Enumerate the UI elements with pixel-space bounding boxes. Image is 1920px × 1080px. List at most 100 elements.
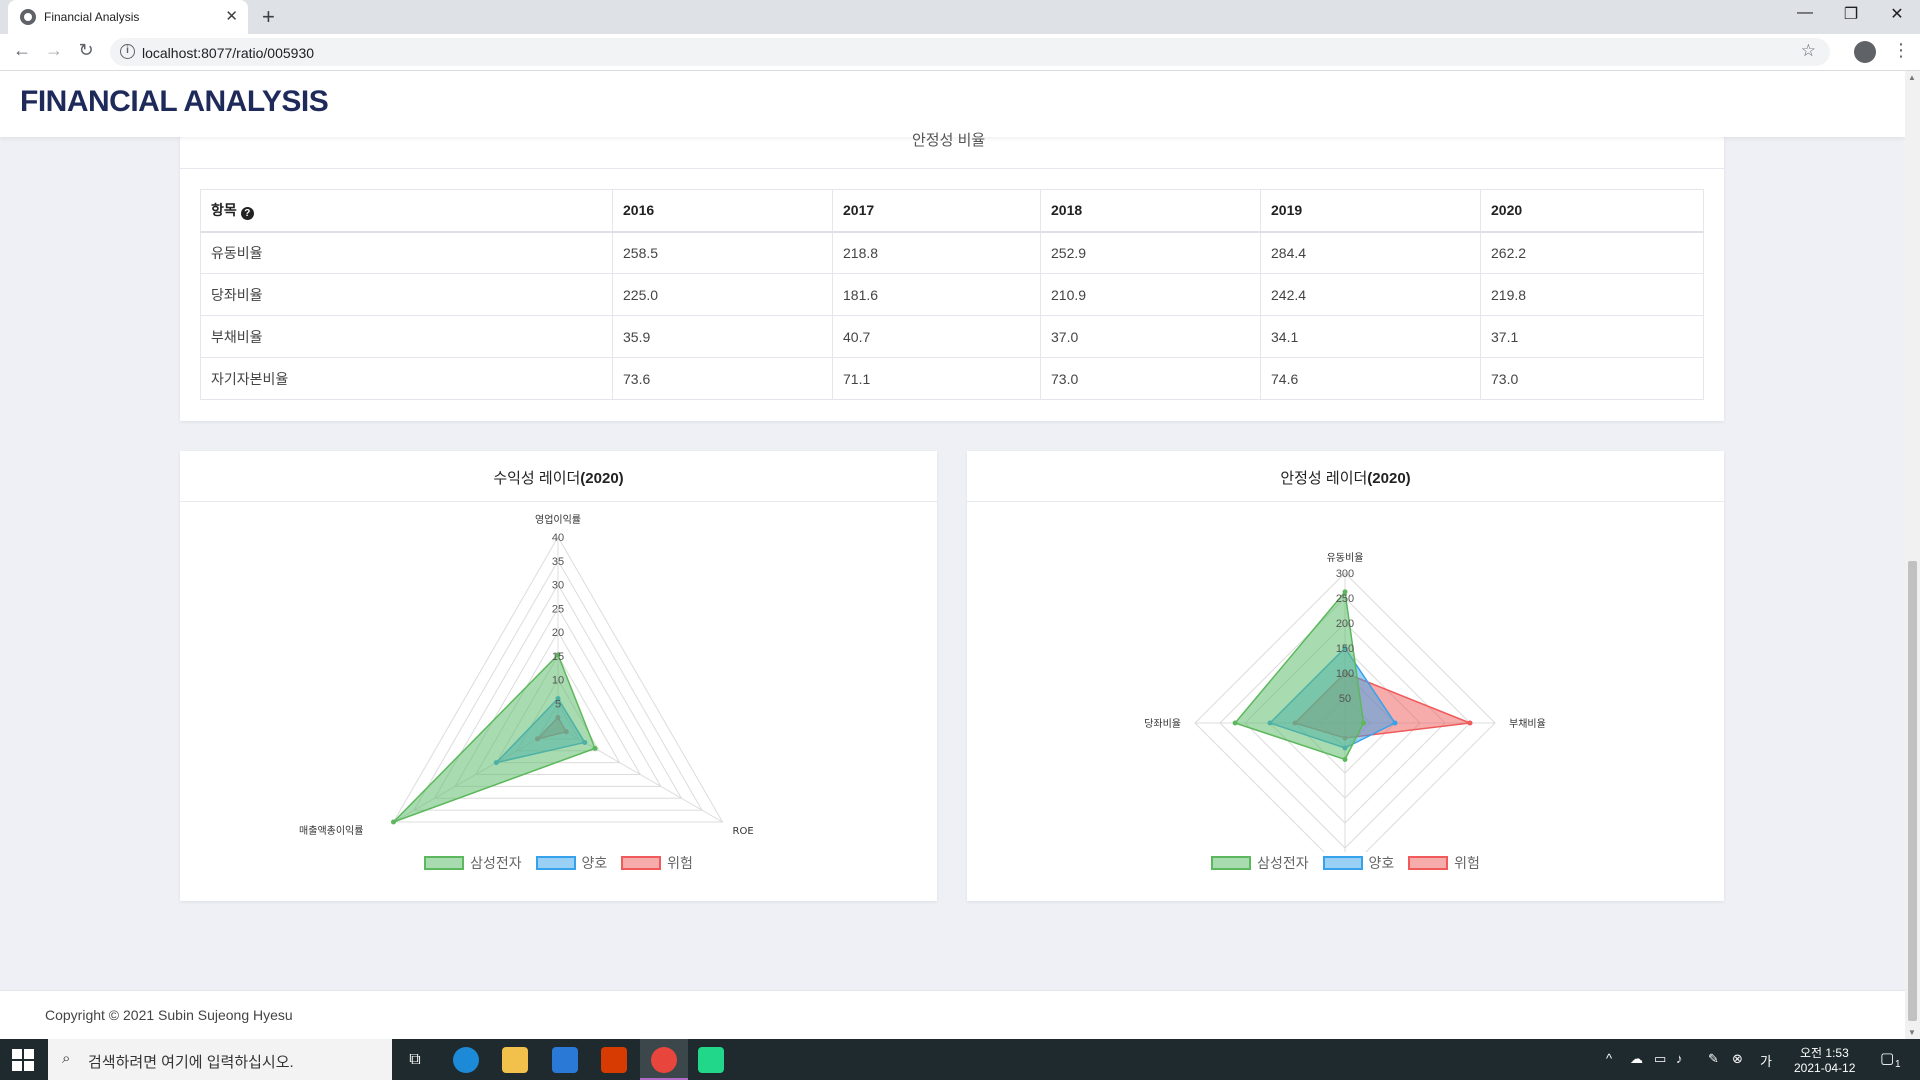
clock-time[interactable]: 오전 1:53 bbox=[1800, 1044, 1849, 1061]
table-cell: 37.1 bbox=[1480, 315, 1704, 358]
search-placeholder: 검색하려면 여기에 입력하십시오. bbox=[88, 1054, 294, 1071]
radar-tick-label: 40 bbox=[552, 532, 564, 544]
table-cell: 181.6 bbox=[832, 273, 1041, 316]
url-field[interactable]: i localhost:8077/ratio/005930 ☆ bbox=[110, 38, 1830, 66]
section-title: 안정성 비율 bbox=[912, 132, 986, 149]
radar-point bbox=[1361, 720, 1367, 726]
radar-axis-label: 부채비율 bbox=[1509, 718, 1546, 730]
legend-item-samsung[interactable]: 삼성전자 bbox=[1211, 853, 1309, 873]
office-icon[interactable] bbox=[601, 1047, 627, 1073]
page-viewport: 항목? 2016 2017 2018 2019 2020 유동비율 258.5 … bbox=[0, 71, 1905, 1039]
taskbar-chrome-active[interactable] bbox=[640, 1039, 688, 1080]
legend-item-risk[interactable]: 위험 bbox=[1408, 853, 1480, 873]
scroll-down-arrow-icon[interactable]: ▼ bbox=[1908, 1028, 1916, 1037]
table-header-row: 항목? 2016 2017 2018 2019 2020 bbox=[200, 189, 1704, 233]
radar-tick-label: 5 bbox=[555, 698, 561, 710]
legend-item-risk[interactable]: 위험 bbox=[621, 853, 693, 873]
legend-item-good[interactable]: 양호 bbox=[1322, 853, 1394, 873]
back-button[interactable]: ← bbox=[10, 40, 34, 61]
radar-point bbox=[1342, 757, 1348, 762]
brand-logo[interactable]: FINANCIAL ANALYSIS bbox=[20, 85, 329, 119]
page-scrollbar[interactable]: ▲ ▼ bbox=[1905, 71, 1920, 1039]
notification-count: 1 bbox=[1895, 1059, 1901, 1070]
stability-ratio-table: 항목? 2016 2017 2018 2019 2020 유동비율 258.5 … bbox=[200, 189, 1704, 400]
legend-swatch bbox=[1408, 856, 1449, 870]
restore-button[interactable]: ❐ bbox=[1828, 4, 1874, 24]
url-text[interactable]: localhost:8077/ratio/005930 bbox=[142, 45, 314, 61]
edge-browser-icon[interactable] bbox=[453, 1047, 479, 1073]
column-header-year: 2016 bbox=[612, 189, 833, 233]
browser-menu-icon[interactable]: ⋮ bbox=[1892, 40, 1910, 61]
table-row: 유동비율 258.5 218.8 252.9 284.4 262.2 bbox=[200, 231, 1704, 274]
chart-legend: 삼성전자 양호 위험 bbox=[967, 853, 1724, 873]
search-icon: ⌕ bbox=[62, 1050, 71, 1067]
radar-axis-label: ROE bbox=[733, 826, 754, 837]
pycharm-icon[interactable] bbox=[698, 1047, 724, 1073]
clock-date[interactable]: 2021-04-12 bbox=[1794, 1061, 1855, 1075]
table-cell: 34.1 bbox=[1260, 315, 1481, 358]
radar-tick-label: 35 bbox=[552, 556, 564, 568]
radar-tick-label: 15 bbox=[552, 651, 564, 663]
legend-item-samsung[interactable]: 삼성전자 bbox=[424, 853, 522, 873]
table-cell: 262.2 bbox=[1480, 231, 1704, 274]
legend-item-good[interactable]: 양호 bbox=[535, 853, 607, 873]
radar-tick-label: 300 bbox=[1336, 568, 1354, 580]
notification-icon[interactable]: ▢ bbox=[1880, 1049, 1894, 1067]
mail-icon[interactable] bbox=[552, 1047, 578, 1073]
table-row: 당좌비율 225.0 181.6 210.9 242.4 219.8 bbox=[200, 273, 1704, 316]
help-icon[interactable]: ? bbox=[240, 207, 254, 221]
start-tile bbox=[12, 1061, 22, 1071]
table-cell: 37.0 bbox=[1040, 315, 1261, 358]
forward-button[interactable]: → bbox=[42, 40, 66, 61]
table-row: 부채비율 35.9 40.7 37.0 34.1 37.1 bbox=[200, 315, 1704, 358]
close-tab-icon[interactable]: ✕ bbox=[225, 7, 238, 25]
reload-button[interactable]: ↻ bbox=[74, 40, 98, 61]
radar-axis-label: 유동비율 bbox=[1327, 552, 1364, 564]
status-icon[interactable]: ⊗ bbox=[1732, 1051, 1743, 1067]
start-tile bbox=[12, 1049, 22, 1059]
row-label: 당좌비율 bbox=[200, 273, 613, 316]
table-cell: 35.9 bbox=[612, 315, 833, 358]
radar-point bbox=[1467, 720, 1473, 726]
browser-tab[interactable]: Financial Analysis ✕ bbox=[8, 0, 248, 34]
start-tile bbox=[24, 1061, 34, 1071]
site-info-icon[interactable]: i bbox=[120, 44, 135, 59]
table-cell: 73.0 bbox=[1480, 357, 1704, 400]
windows-start-icon[interactable] bbox=[12, 1049, 34, 1071]
row-label: 자기자본비율 bbox=[200, 357, 613, 400]
column-header-year: 2018 bbox=[1040, 189, 1261, 233]
profile-avatar-icon[interactable] bbox=[1854, 41, 1876, 63]
table-cell: 218.8 bbox=[832, 231, 1041, 274]
tray-chevron-icon[interactable]: ^ bbox=[1606, 1051, 1612, 1066]
minimize-button[interactable]: — bbox=[1782, 4, 1828, 22]
legend-swatch bbox=[1211, 856, 1252, 870]
profitability-radar-chart: 5 10 15 20 25 30 35 40 영업이익률 ROE 매출액총이익률 bbox=[299, 513, 754, 837]
pen-icon[interactable]: ✎ bbox=[1708, 1051, 1719, 1067]
taskbar-search-box[interactable]: ⌕ 검색하려면 여기에 입력하십시오. bbox=[48, 1039, 392, 1080]
onedrive-icon[interactable]: ☁ bbox=[1630, 1051, 1643, 1067]
table-cell: 71.1 bbox=[832, 357, 1041, 400]
radar-tick-label: 10 bbox=[552, 675, 564, 687]
stability-ratio-card: 항목? 2016 2017 2018 2019 2020 유동비율 258.5 … bbox=[180, 111, 1724, 421]
page-footer: Copyright © 2021 Subin Sujeong Hyesu bbox=[0, 990, 1905, 1039]
radar-point bbox=[592, 745, 598, 751]
table-cell: 40.7 bbox=[832, 315, 1041, 358]
page-header: FINANCIAL ANALYSIS bbox=[0, 71, 1905, 137]
ime-icon[interactable]: 가 bbox=[1760, 1051, 1772, 1070]
scroll-up-arrow-icon[interactable]: ▲ bbox=[1908, 73, 1916, 82]
window-close-button[interactable]: ✕ bbox=[1874, 4, 1920, 24]
radar-tick-label: 150 bbox=[1336, 643, 1354, 655]
radar-tick-label: 30 bbox=[552, 580, 564, 592]
network-icon[interactable]: ▭ bbox=[1654, 1051, 1666, 1067]
new-tab-button[interactable]: + bbox=[262, 4, 275, 30]
task-view-icon[interactable]: ⧉ bbox=[402, 1047, 428, 1073]
table-cell: 284.4 bbox=[1260, 231, 1481, 274]
file-explorer-icon[interactable] bbox=[502, 1047, 528, 1073]
table-cell: 252.9 bbox=[1040, 231, 1261, 274]
scrollbar-thumb[interactable] bbox=[1908, 561, 1917, 1021]
bookmark-star-icon[interactable]: ☆ bbox=[1801, 41, 1816, 61]
legend-swatch bbox=[424, 856, 465, 870]
chart-title: 수익성 레이더(2020) bbox=[180, 451, 937, 502]
table-cell: 242.4 bbox=[1260, 273, 1481, 316]
volume-icon[interactable]: ♪ bbox=[1676, 1051, 1683, 1066]
